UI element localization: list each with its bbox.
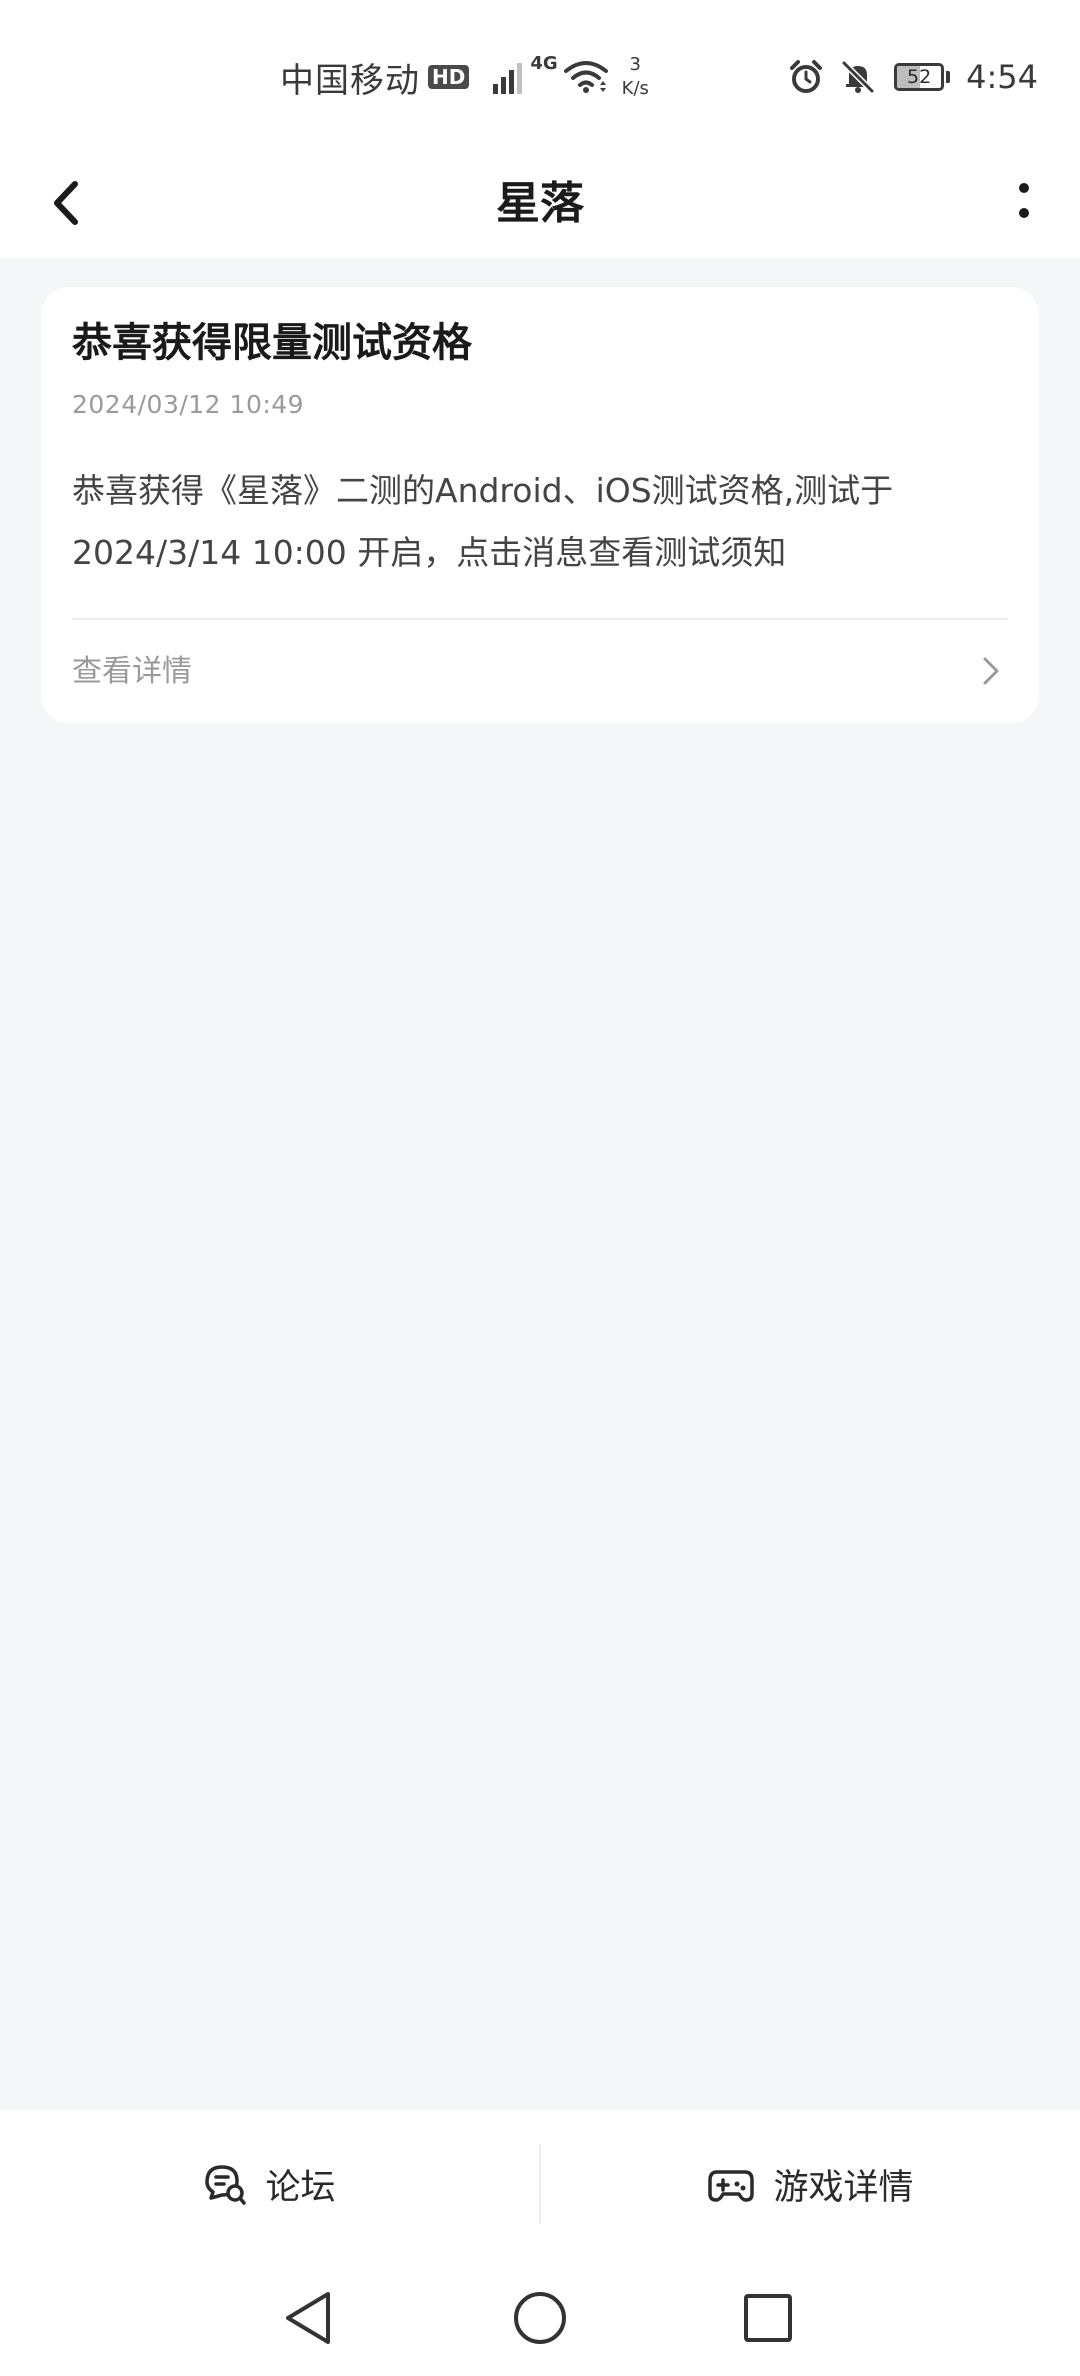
nav-back-button[interactable] — [270, 2280, 346, 2356]
circle-home-icon — [514, 2292, 566, 2344]
network-speed-value: 3 — [629, 54, 641, 75]
more-options-button[interactable] — [994, 168, 1054, 238]
mute-bell-icon — [840, 59, 876, 95]
network-type: 4G — [530, 52, 558, 74]
view-details-link[interactable]: 查看详情 — [41, 620, 1039, 723]
hd-icon: HD — [428, 65, 470, 89]
network-speed: 3 K/s — [622, 53, 649, 101]
page-title: 星落 — [496, 178, 584, 229]
status-right-group: 52 4:54 — [788, 52, 1038, 102]
network-speed-unit: K/s — [621, 78, 649, 99]
status-bar: 中国移动 HD 4G 3 K/s 52 4:54 — [0, 0, 1080, 150]
square-recent-icon — [744, 2294, 792, 2342]
clock: 4:54 — [966, 58, 1038, 96]
message-date: 2024/03/12 10:49 — [72, 390, 305, 419]
message-card[interactable]: 恭喜获得限量测试资格 2024/03/12 10:49 恭喜获得《星落》二测的A… — [41, 287, 1039, 723]
chevron-right-icon — [983, 657, 999, 685]
message-body: 恭喜获得《星落》二测的Android、iOS测试资格,测试于2024/3/14 … — [72, 471, 894, 572]
game-details-label: 游戏详情 — [773, 2167, 914, 2208]
bottom-action-bar: 论坛 游戏详情 — [0, 2110, 1080, 2258]
view-details-label: 查看详情 — [72, 654, 192, 689]
nav-recent-apps-button[interactable] — [730, 2280, 806, 2356]
battery-icon: 52 — [894, 63, 951, 91]
wifi-icon — [563, 59, 608, 95]
carrier-name: 中国移动 — [280, 60, 420, 101]
chat-bubbles-icon — [205, 2165, 247, 2205]
nav-home-button[interactable] — [502, 2280, 578, 2356]
triangle-back-icon — [286, 2292, 330, 2344]
message-title: 恭喜获得限量测试资格 — [72, 320, 472, 366]
more-vertical-icon — [1019, 183, 1029, 218]
system-navigation-bar — [0, 2258, 1080, 2376]
game-details-button[interactable]: 游戏详情 — [541, 2110, 1080, 2258]
battery-level: 52 — [907, 66, 932, 88]
status-left-group: 中国移动 HD 4G 3 K/s — [280, 52, 649, 102]
forum-button[interactable]: 论坛 — [0, 2110, 539, 2258]
alarm-icon — [788, 59, 824, 95]
battery-cap — [946, 71, 951, 83]
battery-body: 52 — [894, 63, 945, 91]
app-header: 星落 — [0, 150, 1080, 258]
gamepad-icon — [708, 2170, 755, 2202]
forum-label: 论坛 — [265, 2167, 336, 2208]
cellular-signal-icon — [493, 60, 523, 94]
